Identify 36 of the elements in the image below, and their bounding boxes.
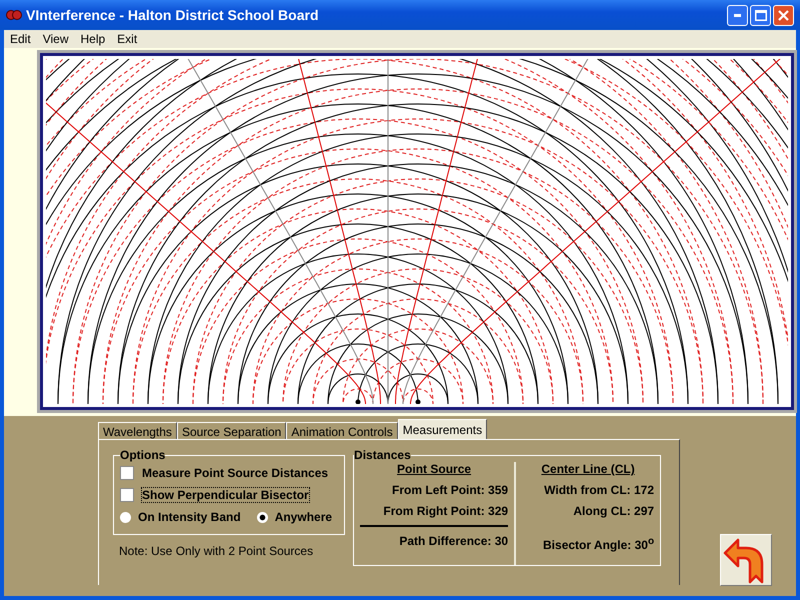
close-button[interactable] xyxy=(773,4,794,26)
menu-item[interactable]: Edit xyxy=(4,32,37,46)
back-button[interactable] xyxy=(720,534,772,586)
checkbox[interactable] xyxy=(120,488,134,502)
tab[interactable]: Wavelengths xyxy=(98,422,177,439)
note-text: Note: Use Only with 2 Point Sources xyxy=(118,544,314,558)
menu-item[interactable]: View xyxy=(36,32,74,46)
menu-item[interactable]: Help xyxy=(74,32,112,46)
checkbox-label[interactable]: Show Perpendicular Bisector xyxy=(142,488,309,502)
maximize-button[interactable] xyxy=(750,4,771,26)
window-title: VInterference - Halton District School Board xyxy=(26,7,320,23)
minimize-button[interactable] xyxy=(727,4,748,26)
radio-label[interactable]: On Intensity Band xyxy=(138,510,241,524)
tab[interactable]: Animation Controls xyxy=(286,422,398,439)
column-heading: Point Source xyxy=(397,462,472,476)
app-icon xyxy=(6,9,22,21)
checkbox[interactable] xyxy=(120,466,134,480)
group-title: Distances xyxy=(354,448,411,462)
path-difference-reading: Path Difference: 30 xyxy=(360,525,508,548)
distance-reading: Along CL: 297 xyxy=(573,504,654,518)
tab[interactable]: Measurements xyxy=(398,419,488,439)
column-heading: Center Line (CL) xyxy=(541,462,635,476)
tab[interactable]: Source Separation xyxy=(176,422,286,439)
close-icon xyxy=(778,10,789,20)
radio-button[interactable] xyxy=(256,512,268,522)
radio-label[interactable]: Anywhere xyxy=(274,510,332,524)
distance-reading: From Left Point: 359 xyxy=(392,483,508,497)
group-title: Options xyxy=(120,448,166,462)
radio-button[interactable] xyxy=(120,512,131,522)
minimize-icon xyxy=(734,14,741,16)
angle-reading: Bisector Angle: 30$^{o}$ xyxy=(543,535,654,552)
menu-item[interactable]: Exit xyxy=(111,32,144,46)
checkbox-label[interactable]: Measure Point Source Distances xyxy=(142,466,328,480)
maximize-icon xyxy=(754,10,766,20)
distance-reading: Width from CL: 172 xyxy=(544,483,654,497)
distance-reading: From Right Point: 329 xyxy=(383,504,508,518)
